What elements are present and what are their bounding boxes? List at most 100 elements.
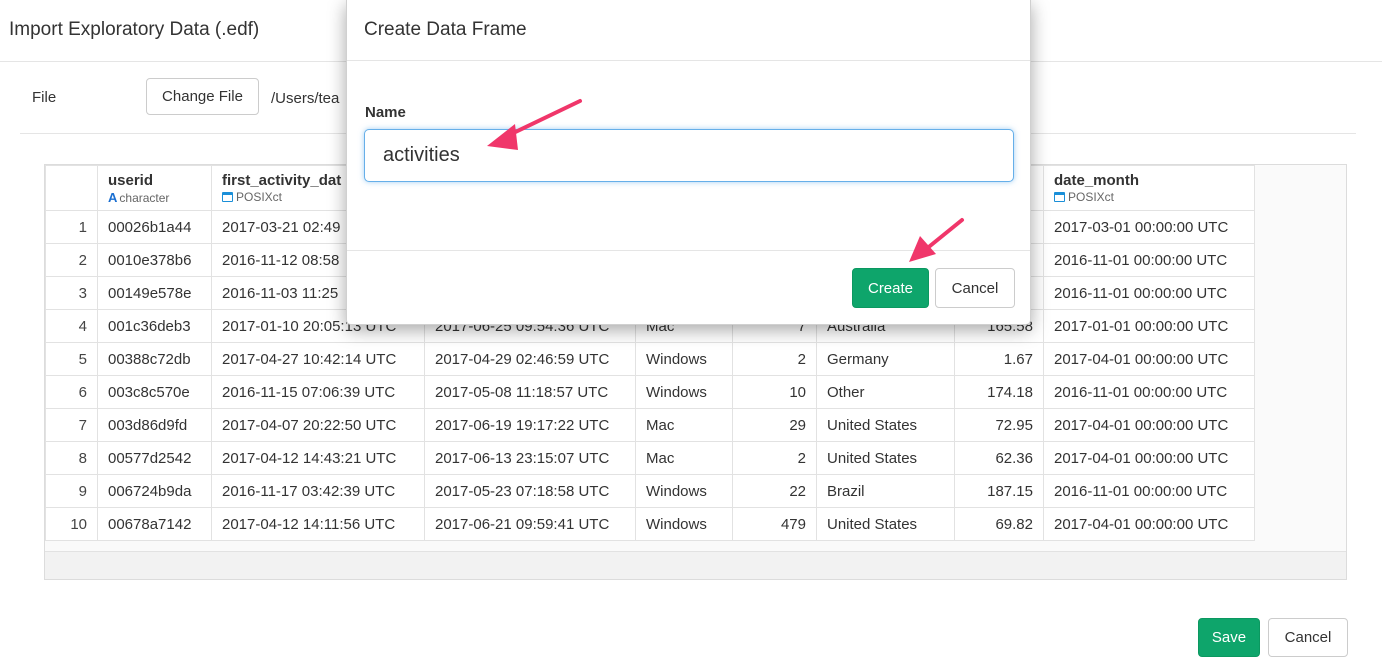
create-button[interactable]: Create [852, 268, 929, 308]
table-cell: 2017-04-12 14:11:56 UTC [211, 507, 425, 541]
row-number: 4 [45, 309, 98, 343]
table-cell: 174.18 [954, 375, 1044, 409]
table-cell: 2016-11-01 00:00:00 UTC [1043, 474, 1255, 508]
cancel-button[interactable]: Cancel [1268, 618, 1348, 657]
table-cell: 2017-04-12 14:43:21 UTC [211, 441, 425, 475]
table-cell: Brazil [816, 474, 955, 508]
calendar-icon [222, 192, 233, 202]
table-cell: Windows [635, 375, 733, 409]
table-row: 6 003c8c570e 2016-11-15 07:06:39 UTC 2017-0… [45, 375, 1255, 409]
row-number: 10 [45, 507, 98, 541]
table-cell: Windows [635, 342, 733, 376]
table-cell: 2016-11-01 00:00:00 UTC [1043, 276, 1255, 310]
dialog-header-divider [347, 60, 1030, 61]
table-cell: 62.36 [954, 441, 1044, 475]
change-file-button[interactable]: Change File [146, 78, 259, 115]
table-cell: 72.95 [954, 408, 1044, 442]
table-cell: 00388c72db [97, 342, 212, 376]
column-type-label: POSIXct [236, 190, 283, 204]
table-cell: 2017-04-01 00:00:00 UTC [1043, 507, 1255, 541]
row-number: 8 [45, 441, 98, 475]
table-cell: 29 [732, 408, 817, 442]
row-number: 2 [45, 243, 98, 277]
table-cell: 006724b9da [97, 474, 212, 508]
row-number: 6 [45, 375, 98, 409]
table-cell: 1.67 [954, 342, 1044, 376]
table-cell: United States [816, 507, 955, 541]
table-cell: 2016-11-15 07:06:39 UTC [211, 375, 425, 409]
table-cell: 00678a7142 [97, 507, 212, 541]
table-cell: United States [816, 408, 955, 442]
table-cell: 2017-04-27 10:42:14 UTC [211, 342, 425, 376]
table-row: 7 003d86d9fd 2017-04-07 20:22:50 UTC 2017-0… [45, 408, 1255, 442]
table-cell: 2017-06-21 09:59:41 UTC [424, 507, 636, 541]
table-cell: 69.82 [954, 507, 1044, 541]
name-input[interactable] [364, 129, 1014, 182]
table-cell: 2017-06-19 19:17:22 UTC [424, 408, 636, 442]
dialog-title: Create Data Frame [364, 19, 527, 40]
save-button[interactable]: Save [1198, 618, 1260, 657]
table-cell: 003d86d9fd [97, 408, 212, 442]
table-cell: Mac [635, 441, 733, 475]
row-number: 5 [45, 342, 98, 376]
table-cell: 00577d2542 [97, 441, 212, 475]
row-number: 3 [45, 276, 98, 310]
table-cell: 2017-04-29 02:46:59 UTC [424, 342, 636, 376]
table-cell: 2017-01-01 00:00:00 UTC [1043, 309, 1255, 343]
create-data-frame-dialog: Create Data Frame Name Create Cancel [346, 0, 1031, 325]
row-number: 7 [45, 408, 98, 442]
dialog-footer-divider [347, 250, 1030, 251]
file-label: File [32, 89, 57, 106]
table-cell: 2 [732, 342, 817, 376]
table-row: 10 00678a7142 2017-04-12 14:11:56 UTC 2017-… [45, 507, 1255, 541]
table-row: 8 00577d2542 2017-04-12 14:43:21 UTC 2017-0… [45, 441, 1255, 475]
table-cell: 2 [732, 441, 817, 475]
dialog-cancel-button[interactable]: Cancel [935, 268, 1015, 308]
table-cell: 22 [732, 474, 817, 508]
table-cell: 2017-03-01 00:00:00 UTC [1043, 210, 1255, 244]
table-cell: Other [816, 375, 955, 409]
column-header[interactable]: userid Acharacter [97, 165, 212, 211]
table-footer [45, 551, 1346, 579]
table-cell: Germany [816, 342, 955, 376]
table-cell: 2016-11-17 03:42:39 UTC [211, 474, 425, 508]
table-cell: 00149e578e [97, 276, 212, 310]
row-number-header [45, 165, 98, 211]
table-cell: 2017-04-01 00:00:00 UTC [1043, 342, 1255, 376]
table-cell: 2017-04-01 00:00:00 UTC [1043, 408, 1255, 442]
column-header[interactable]: date_month POSIXct [1043, 165, 1255, 211]
table-cell: 00026b1a44 [97, 210, 212, 244]
character-icon: A [108, 189, 118, 205]
column-name: date_month [1054, 172, 1140, 189]
table-cell: United States [816, 441, 955, 475]
table-cell: 001c36deb3 [97, 309, 212, 343]
table-cell: 2017-06-13 23:15:07 UTC [424, 441, 636, 475]
column-name: userid [108, 171, 154, 189]
name-label: Name [365, 104, 406, 121]
table-cell: 2017-05-23 07:18:58 UTC [424, 474, 636, 508]
table-cell: 003c8c570e [97, 375, 212, 409]
page-title: Import Exploratory Data (.edf) [9, 19, 260, 40]
column-type-label: character [119, 190, 170, 205]
row-number: 1 [45, 210, 98, 244]
table-cell: 2017-04-01 00:00:00 UTC [1043, 441, 1255, 475]
table-row: 5 00388c72db 2017-04-27 10:42:14 UTC 2017-0… [45, 342, 1255, 376]
calendar-icon [1054, 192, 1065, 202]
table-cell: 10 [732, 375, 817, 409]
table-cell: 2017-04-07 20:22:50 UTC [211, 408, 425, 442]
table-cell: Windows [635, 507, 733, 541]
column-type: POSIXct [1054, 190, 1244, 204]
table-cell: Windows [635, 474, 733, 508]
column-type: Acharacter [108, 190, 201, 205]
column-type-label: POSIXct [1068, 190, 1115, 204]
table-cell: 2016-11-01 00:00:00 UTC [1043, 243, 1255, 277]
table-cell: 479 [732, 507, 817, 541]
table-cell: Mac [635, 408, 733, 442]
table-cell: 2016-11-01 00:00:00 UTC [1043, 375, 1255, 409]
table-cell: 2017-05-08 11:18:57 UTC [424, 375, 636, 409]
table-cell: 187.15 [954, 474, 1044, 508]
row-number: 9 [45, 474, 98, 508]
table-cell: 0010e378b6 [97, 243, 212, 277]
table-row: 9 006724b9da 2016-11-17 03:42:39 UTC 2017-0… [45, 474, 1255, 508]
file-path: /Users/tea [271, 90, 340, 107]
